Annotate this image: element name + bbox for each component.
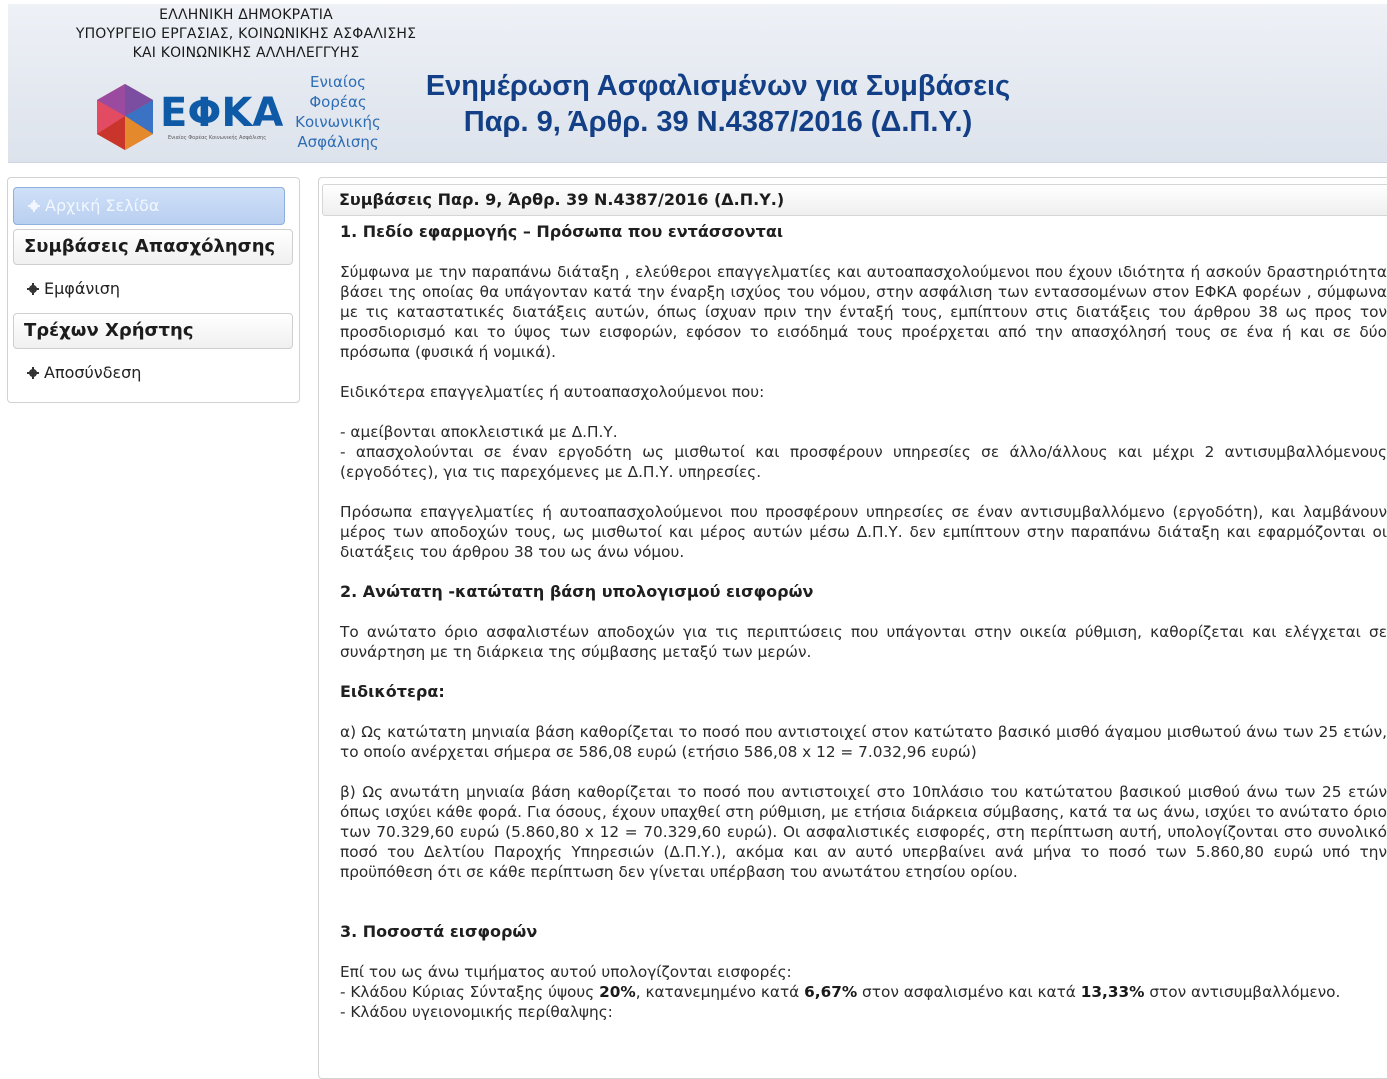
sidebar-item-label: Αρχική Σελίδα [45,196,160,215]
section-contracts: Συμβάσεις Απασχόλησης [13,229,293,265]
sub-heading: Ειδικότερα: [340,682,445,701]
gear-icon [28,200,40,212]
section-current-user: Τρέχων Χρήστης [13,313,293,349]
ministry-line: ΥΠΟΥΡΓΕΙΟ ΕΡΓΑΣΙΑΣ, ΚΟΙΝΩΝΙΚΗΣ ΑΣΦΑΛΙΣΗΣ [75,26,417,42]
percent-value: 20% [599,983,636,1001]
page-title: Ενημέρωση Ασφαλισμένων για Συμβάσεις Παρ… [418,68,1018,140]
ministry-line: ΚΑΙ ΚΟΙΝΩΝΙΚΗΣ ΑΛΛΗΛΕΓΓΥΗΣ [132,45,360,61]
efka-side-text: Ενιαίος Φορέας Κοινωνικής Ασφάλισης [290,72,386,152]
paragraph: Πρόσωπα επαγγελματίες ή αυτοαπασχολούμεν… [340,503,1387,561]
title-line: Ενημέρωση Ασφαλισμένων για Συμβάσεις [425,70,1011,102]
paragraph: α) Ως κατώτατη μηνιαία βάση καθορίζεται … [340,723,1387,761]
list-item: - αμείβονται αποκλειστικά με Δ.Π.Υ. [340,423,618,441]
panel-header: Συμβάσεις Παρ. 9, Άρθρ. 39 Ν.4387/2016 (… [322,184,1387,216]
section-title: Συμβάσεις Απασχόλησης [24,236,276,257]
section-heading: 2. Ανώτατη -κατώτατη βάση υπολογισμού ει… [340,582,814,601]
paragraph: Ειδικότερα επαγγελματίες ή αυτοαπασχολού… [340,383,765,401]
page-header: ΕΛΛΗΝΙΚΗ ΔΗΜΟΚΡΑΤΙΑ ΥΠΟΥΡΓΕΙΟ ΕΡΓΑΣΙΑΣ, … [8,4,1387,163]
list-item: - Κλάδου υγειονομικής περίθαλψης: [340,1003,613,1021]
paragraph: β) Ως ανωτάτη μηνιαία βάση καθορίζεται τ… [340,783,1387,881]
paragraph: Σύμφωνα με την παραπάνω διάταξη , ελεύθε… [340,263,1387,361]
text-run: στον αντισυμβαλλόμενο. [1144,983,1341,1001]
text-run: στον ασφαλισμένο και κατά [857,983,1081,1001]
paragraph: Το ανώτατο όριο ασφαλιστέων αποδοχών για… [340,623,1387,661]
sidebar-item-home[interactable]: Αρχική Σελίδα [13,187,285,225]
efka-tagline: Ενιαίος Φορέας Κοινωνικής Ασφάλισης [168,135,267,141]
paragraph: Επί του ως άνω τιμήματος αυτού υπολογίζο… [340,963,792,981]
list-item: - απασχολούνται σε έναν εργοδότη ως μισθ… [340,443,1387,481]
percent-value: 6,67% [804,983,858,1001]
sidebar-item-label: Εμφάνιση [44,279,121,298]
side-line: Ενιαίος [310,73,366,91]
main-panel: Συμβάσεις Παρ. 9, Άρθρ. 39 Ν.4387/2016 (… [318,177,1387,1079]
list-item: - Κλάδου Κύριας Σύνταξης ύψους 20%, κατα… [340,982,1387,1002]
gear-icon [27,367,39,379]
side-line: Ασφάλισης [297,133,379,151]
content-body: 1. Πεδίο εφαρμογής – Πρόσωπα που εντάσσο… [340,222,1387,1022]
sidebar: Αρχική Σελίδα Συμβάσεις Απασχόλησης Εμφά… [7,177,300,403]
efka-logo-icon [97,84,153,150]
text-run: - Κλάδου Κύριας Σύνταξης ύψους [340,983,600,1001]
ministry-name: ΕΛΛΗΝΙΚΗ ΔΗΜΟΚΡΑΤΙΑ ΥΠΟΥΡΓΕΙΟ ΕΡΓΑΣΙΑΣ, … [36,6,456,63]
gear-icon [27,283,39,295]
side-line: Φορέας [309,93,367,111]
section-title: Τρέχων Χρήστης [24,320,194,341]
sidebar-item-label: Αποσύνδεση [44,363,142,382]
section-heading: 3. Ποσοστά εισφορών [340,922,538,941]
title-line: Παρ. 9, Άρθρ. 39 Ν.4387/2016 (Δ.Π.Υ.) [463,106,973,138]
efka-wordmark: ΕΦΚΑ [160,90,284,136]
panel-title: Συμβάσεις Παρ. 9, Άρθρ. 39 Ν.4387/2016 (… [339,190,785,209]
side-line: Κοινωνικής [295,113,381,131]
text-run: , κατανεμημένο κατά [635,983,805,1001]
section-heading: 1. Πεδίο εφαρμογής – Πρόσωπα που εντάσσο… [340,222,784,241]
percent-value: 13,33% [1080,983,1145,1001]
ministry-line: ΕΛΛΗΝΙΚΗ ΔΗΜΟΚΡΑΤΙΑ [159,7,333,23]
